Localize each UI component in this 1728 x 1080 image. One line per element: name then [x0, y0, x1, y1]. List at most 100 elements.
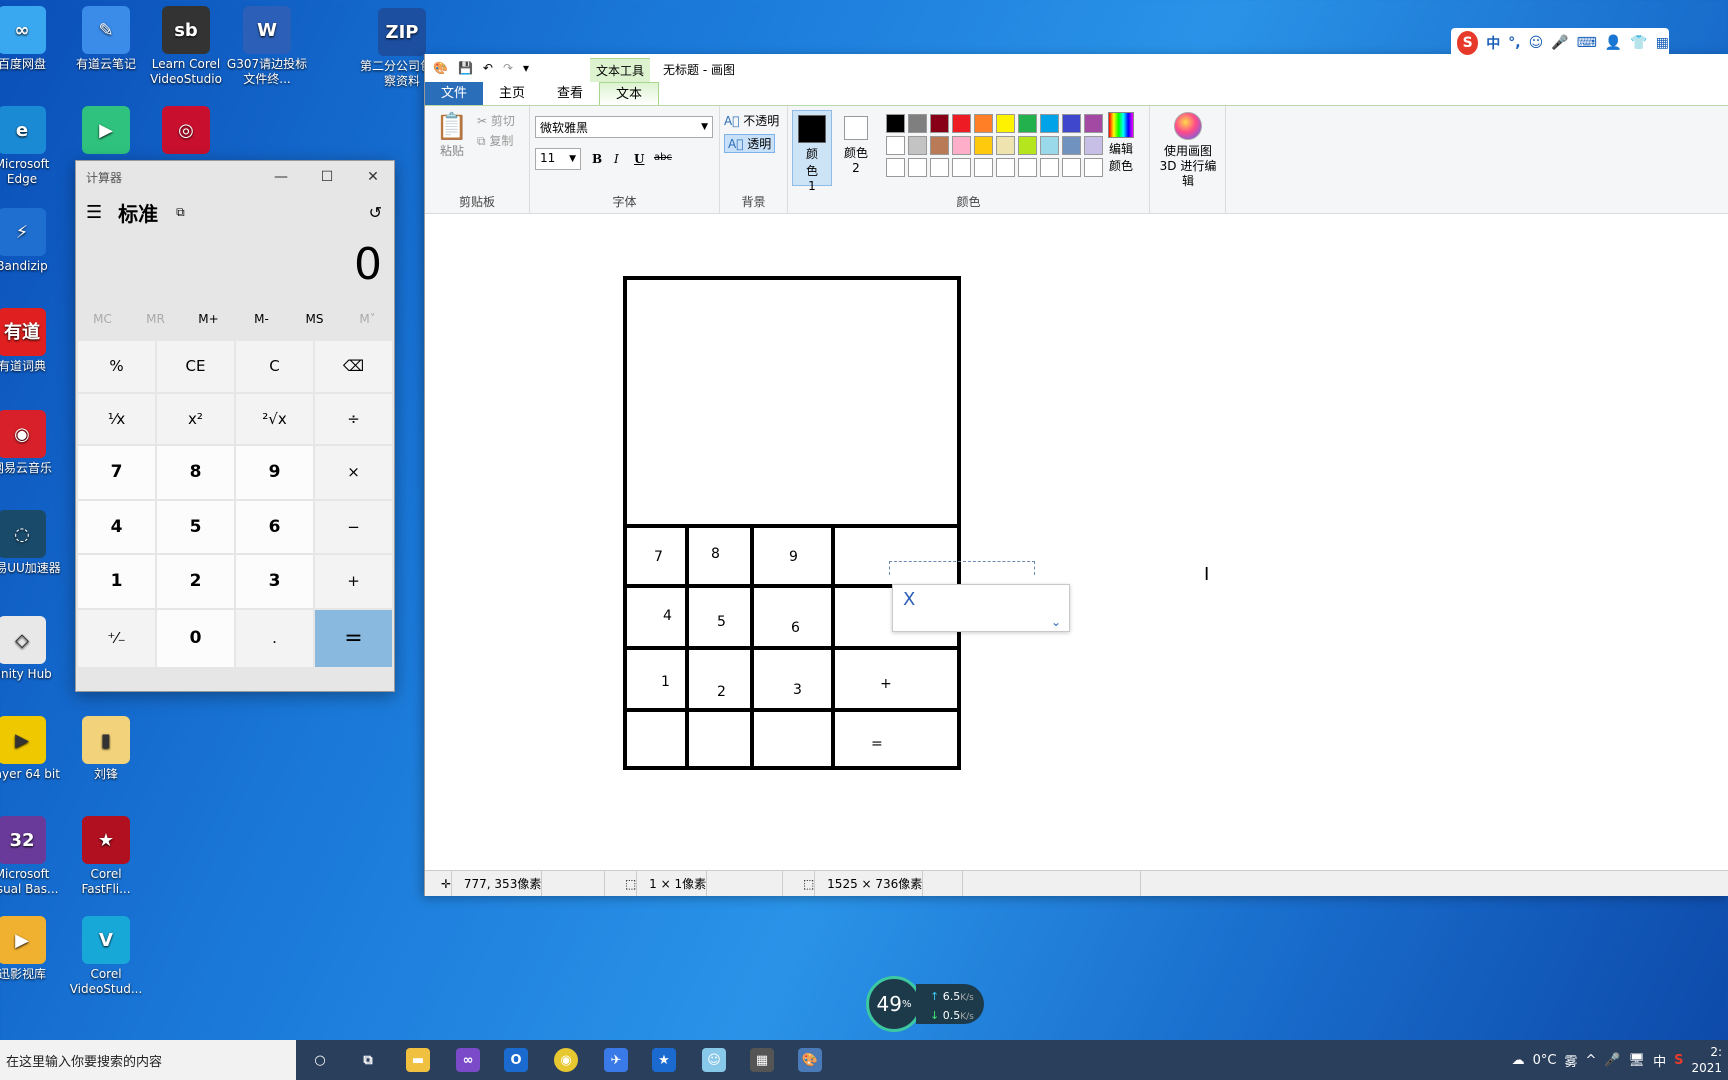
underline-button[interactable]: U	[634, 152, 644, 166]
palette-swatch[interactable]	[1040, 114, 1059, 133]
palette-swatch-empty[interactable]	[886, 158, 905, 177]
weather-text[interactable]: 雾	[1564, 1051, 1577, 1070]
desktop-icon[interactable]: ⚡ Bandizip	[0, 208, 64, 274]
microphone-icon[interactable]: 🎤	[1551, 35, 1568, 51]
calc-key[interactable]: %	[78, 341, 155, 392]
maximize-icon[interactable]: ☐	[304, 161, 350, 193]
desktop-icon[interactable]: ◌ 网易UU加速器	[0, 510, 64, 576]
palette-swatch[interactable]	[952, 114, 971, 133]
close-icon[interactable]: ✕	[350, 161, 396, 193]
calc-key[interactable]: ⌫	[315, 341, 392, 392]
memory-button[interactable]: M-	[235, 312, 288, 326]
desktop-icon[interactable]: ★ Corel FastFli...	[64, 816, 148, 897]
minimize-icon[interactable]: —	[258, 161, 304, 193]
weather-icon[interactable]: ☁	[1512, 1053, 1525, 1068]
color2-button[interactable]: 颜色 2	[836, 110, 876, 186]
microphone-tray-icon[interactable]: 🎤	[1604, 1053, 1620, 1068]
app-face-icon[interactable]: ☺	[702, 1048, 726, 1072]
undo-icon[interactable]: ↶	[483, 61, 493, 75]
palette-swatch[interactable]	[886, 114, 905, 133]
paint-taskbar-icon[interactable]: 🎨	[798, 1048, 822, 1072]
ime-toolbar[interactable]: S 中 °, ☺ 🎤 ⌨ 👤 👕 ▦	[1451, 28, 1669, 58]
calc-key[interactable]: 3	[236, 555, 313, 608]
tab-text[interactable]: 文本	[599, 82, 660, 105]
paint3d-button[interactable]: 使用画图 3D 进行编辑	[1154, 112, 1222, 189]
temperature[interactable]: 0°C	[1533, 1053, 1557, 1068]
calc-key[interactable]: ×	[315, 446, 392, 499]
desktop-icon[interactable]: V Corel VideoStud...	[64, 916, 148, 997]
customize-qat-icon[interactable]: ▾	[523, 61, 529, 75]
desktop-icon[interactable]: 32 Microsoft Visual Bas...	[0, 816, 64, 897]
memory-button[interactable]: MS	[288, 312, 341, 326]
palette-swatch[interactable]	[974, 136, 993, 155]
redo-icon[interactable]: ↷	[503, 61, 513, 75]
calc-key[interactable]: 9	[236, 446, 313, 499]
font-family-select[interactable]: 微软雅黑 ▼	[535, 116, 713, 138]
palette-swatch[interactable]	[996, 114, 1015, 133]
calc-key[interactable]: ⁺⁄₋	[78, 609, 155, 667]
palette-swatch-empty[interactable]	[1018, 158, 1037, 177]
tray-lang[interactable]: 中	[1653, 1051, 1666, 1070]
calc-key[interactable]: 1	[78, 555, 155, 608]
palette-swatch[interactable]	[930, 136, 949, 155]
ime-punct[interactable]: °,	[1508, 35, 1520, 51]
desktop-icon[interactable]: W G307请边投标文件终...	[225, 6, 309, 87]
save-icon[interactable]: 💾	[458, 61, 473, 75]
memory-button[interactable]: MC	[76, 312, 129, 326]
palette-swatch[interactable]	[908, 114, 927, 133]
calc-key[interactable]: C	[236, 341, 313, 392]
keep-on-top-icon[interactable]: ⧉	[176, 205, 185, 220]
italic-button[interactable]: I	[614, 152, 619, 166]
bold-button[interactable]: B	[592, 152, 602, 166]
palette-swatch[interactable]	[930, 114, 949, 133]
desktop-icon[interactable]: ◇ Unity Hub	[0, 616, 64, 682]
tab-view[interactable]: 查看	[541, 82, 599, 105]
calc-key[interactable]: x²	[157, 393, 234, 444]
palette-swatch-empty[interactable]	[930, 158, 949, 177]
copy-button[interactable]: ⧉ 复制	[477, 132, 513, 149]
palette-swatch-empty[interactable]	[1040, 158, 1059, 177]
app-star-icon[interactable]: ★	[652, 1048, 676, 1072]
text-box-frame[interactable]	[889, 561, 1035, 575]
ime-composition-box[interactable]: X ⌄	[892, 584, 1070, 632]
desktop-icon[interactable]: ▶ 迅影视库	[0, 916, 64, 982]
color1-button[interactable]: 颜色 1	[792, 110, 832, 193]
skin-icon[interactable]: 👕	[1630, 35, 1647, 51]
keyboard-icon[interactable]: ⌨	[1577, 35, 1597, 51]
visual-studio-icon[interactable]: ∞	[456, 1048, 480, 1072]
history-icon[interactable]: ↺	[369, 203, 382, 222]
palette-swatch[interactable]	[996, 136, 1015, 155]
edit-colors-button[interactable]: 编辑颜色	[1098, 112, 1144, 174]
calc-key[interactable]: ¹⁄x	[78, 393, 155, 444]
desktop-icon[interactable]: ◉ 网易云音乐	[0, 410, 64, 476]
memory-button[interactable]: M˅	[341, 312, 394, 326]
palette-swatch-empty[interactable]	[908, 158, 927, 177]
network-icon[interactable]: 🖥	[1629, 1053, 1646, 1068]
calc-key[interactable]: 6	[236, 500, 313, 553]
palette-swatch[interactable]	[1018, 114, 1037, 133]
cut-button[interactable]: ✂ 剪切	[477, 112, 515, 129]
sogou-icon[interactable]: S	[1457, 31, 1479, 55]
calc-key[interactable]: +	[315, 555, 392, 608]
opaque-button[interactable]: A⃞ 不透明	[724, 112, 779, 129]
desktop-icon[interactable]: sb Learn Corel VideoStudio	[144, 6, 228, 87]
desktop-icon[interactable]: ∞ 百度网盘	[0, 6, 64, 72]
strikethrough-button[interactable]: abc	[654, 152, 672, 163]
chevron-up-icon[interactable]: ^	[1585, 1053, 1596, 1068]
outlook-icon[interactable]: O	[504, 1048, 528, 1072]
toolbox-icon[interactable]: ▦	[1656, 35, 1669, 51]
menu-icon[interactable]: ☰	[86, 202, 102, 223]
desktop-icon[interactable]: ▮ 刘锋	[64, 716, 148, 782]
calc-key[interactable]: 5	[157, 500, 234, 553]
font-size-select[interactable]: 11 ▼	[535, 148, 581, 170]
desktop-icon[interactable]: 有道 有道词典	[0, 308, 64, 374]
file-explorer-icon[interactable]: ▬	[406, 1048, 430, 1072]
speed-widget[interactable]: 49% ↑ 6.5K/s ↓ 0.5K/s	[866, 976, 984, 1032]
memory-button[interactable]: M+	[182, 312, 235, 326]
palette-swatch[interactable]	[1040, 136, 1059, 155]
tab-file[interactable]: 文件	[425, 82, 484, 105]
palette-swatch[interactable]	[974, 114, 993, 133]
tab-home[interactable]: 主页	[483, 82, 541, 105]
palette-swatch-empty[interactable]	[1062, 158, 1081, 177]
clock[interactable]: 2: 2021	[1691, 1044, 1722, 1076]
